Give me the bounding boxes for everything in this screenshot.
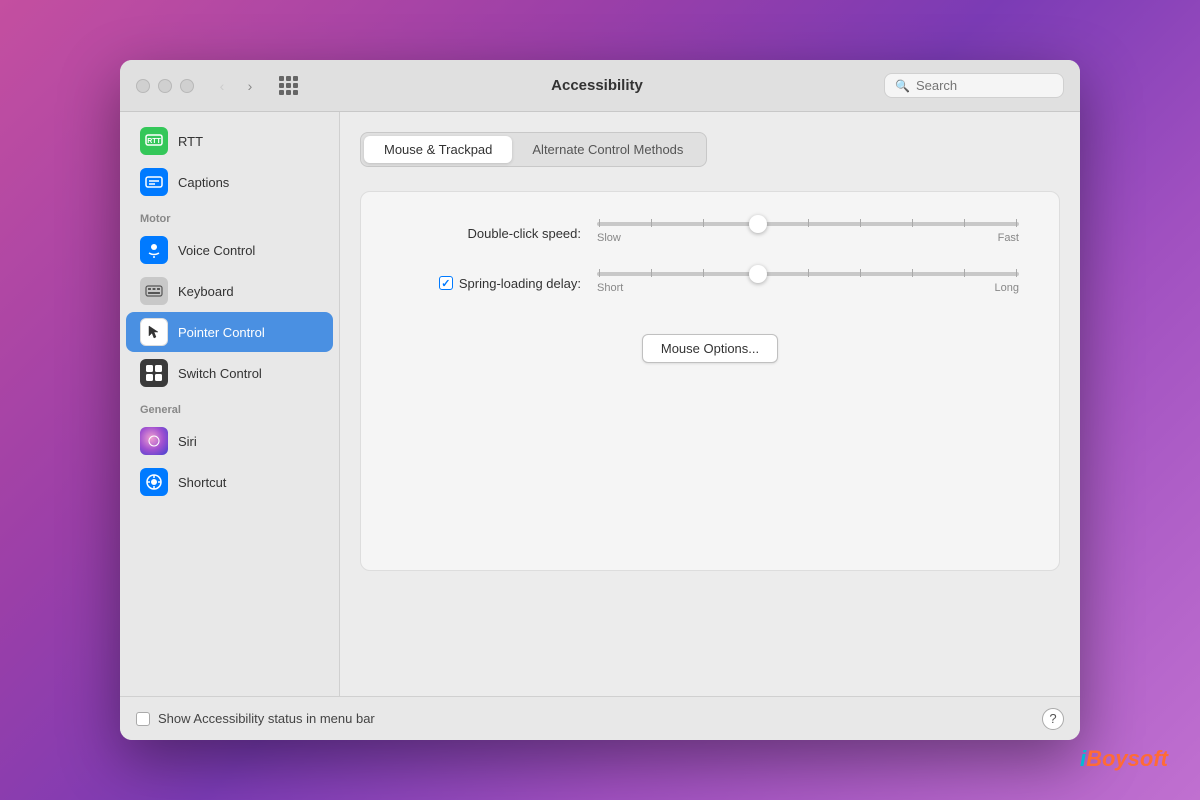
bottom-bar: Show Accessibility status in menu bar ? — [120, 696, 1080, 740]
double-click-thumb[interactable] — [749, 215, 767, 233]
sidebar-item-shortcut[interactable]: Shortcut — [126, 462, 333, 502]
double-click-speed-row: Double-click speed: Slow F — [401, 222, 1019, 244]
search-input[interactable] — [916, 78, 1053, 93]
sidebar-item-pointer-control[interactable]: Pointer Control — [126, 312, 333, 352]
spring-loading-row: ✓ Spring-loading delay: — [401, 272, 1019, 294]
rtt-icon: RTT — [140, 127, 168, 155]
slider-ticks — [597, 222, 1019, 226]
sidebar-label-switch-control: Switch Control — [178, 366, 262, 381]
sidebar-item-keyboard[interactable]: Keyboard — [126, 271, 333, 311]
spring-loading-long-label: Long — [995, 282, 1019, 294]
spring-loading-slider-container: Short Long — [597, 272, 1019, 294]
watermark: iBoysoft — [1080, 746, 1168, 772]
back-button[interactable]: ‹ — [210, 74, 234, 98]
maximize-button[interactable] — [180, 79, 194, 93]
search-box[interactable]: 🔍 — [884, 73, 1064, 98]
window-title: Accessibility — [310, 77, 884, 94]
button-row: Mouse Options... — [401, 334, 1019, 363]
sidebar-label-voice-control: Voice Control — [178, 243, 255, 258]
sidebar-label-keyboard: Keyboard — [178, 284, 234, 299]
spring-loading-label: Spring-loading delay: — [459, 276, 581, 291]
double-click-label: Double-click speed: — [401, 226, 581, 241]
spring-loading-slider-track[interactable] — [597, 272, 1019, 276]
sidebar-item-siri[interactable]: Siri — [126, 421, 333, 461]
traffic-lights — [136, 79, 194, 93]
sidebar: RTT RTT Captions Motor — [120, 112, 340, 696]
main-window: ‹ › Accessibility 🔍 RTT — [120, 60, 1080, 740]
nav-buttons: ‹ › — [210, 74, 262, 98]
accessibility-status-checkbox[interactable] — [136, 712, 150, 726]
spring-loading-short-label: Short — [597, 282, 623, 294]
sidebar-label-pointer-control: Pointer Control — [178, 325, 265, 340]
sidebar-item-voice-control[interactable]: Voice Control — [126, 230, 333, 270]
sidebar-section-general: General — [120, 394, 339, 420]
grid-icon — [279, 76, 298, 95]
sidebar-item-switch-control[interactable]: Switch Control — [126, 353, 333, 393]
main-panel: Mouse & Trackpad Alternate Control Metho… — [340, 112, 1080, 696]
tab-mouse-trackpad[interactable]: Mouse & Trackpad — [364, 136, 512, 163]
pointer-control-icon — [140, 318, 168, 346]
spring-loading-labels: Short Long — [597, 282, 1019, 294]
mouse-options-button[interactable]: Mouse Options... — [642, 334, 778, 363]
double-click-labels: Slow Fast — [597, 232, 1019, 244]
spring-loading-ticks — [597, 272, 1019, 276]
svg-text:RTT: RTT — [147, 138, 161, 145]
double-click-fast-label: Fast — [998, 232, 1019, 244]
help-button[interactable]: ? — [1042, 708, 1064, 730]
spring-loading-label-container: ✓ Spring-loading delay: — [401, 276, 581, 291]
sidebar-label-siri: Siri — [178, 434, 197, 449]
grid-view-button[interactable] — [274, 72, 302, 100]
keyboard-icon — [140, 277, 168, 305]
double-click-slider-track[interactable] — [597, 222, 1019, 226]
minimize-button[interactable] — [158, 79, 172, 93]
sidebar-label-rtt: RTT — [178, 134, 203, 149]
spring-loading-thumb[interactable] — [749, 265, 767, 283]
panel-content: Double-click speed: Slow F — [360, 191, 1060, 571]
sidebar-section-motor: Motor — [120, 203, 339, 229]
content-area: RTT RTT Captions Motor — [120, 112, 1080, 696]
watermark-suffix: Boysoft — [1086, 746, 1168, 771]
sidebar-item-captions[interactable]: Captions — [126, 162, 333, 202]
tab-bar: Mouse & Trackpad Alternate Control Metho… — [360, 132, 707, 167]
captions-icon — [140, 168, 168, 196]
accessibility-status-label: Show Accessibility status in menu bar — [158, 711, 375, 726]
sidebar-label-shortcut: Shortcut — [178, 475, 226, 490]
titlebar: ‹ › Accessibility 🔍 — [120, 60, 1080, 112]
forward-button[interactable]: › — [238, 74, 262, 98]
switch-control-icon — [140, 359, 168, 387]
spring-loading-checkbox[interactable]: ✓ — [439, 276, 453, 290]
search-icon: 🔍 — [895, 79, 910, 93]
voice-control-icon — [140, 236, 168, 264]
sidebar-label-captions: Captions — [178, 175, 229, 190]
checkmark-icon: ✓ — [441, 277, 450, 290]
double-click-slow-label: Slow — [597, 232, 621, 244]
double-click-slider-container: Slow Fast — [597, 222, 1019, 244]
close-button[interactable] — [136, 79, 150, 93]
tab-alternate-control[interactable]: Alternate Control Methods — [512, 136, 703, 163]
sidebar-item-rtt[interactable]: RTT RTT — [126, 121, 333, 161]
shortcut-icon — [140, 468, 168, 496]
siri-icon — [140, 427, 168, 455]
